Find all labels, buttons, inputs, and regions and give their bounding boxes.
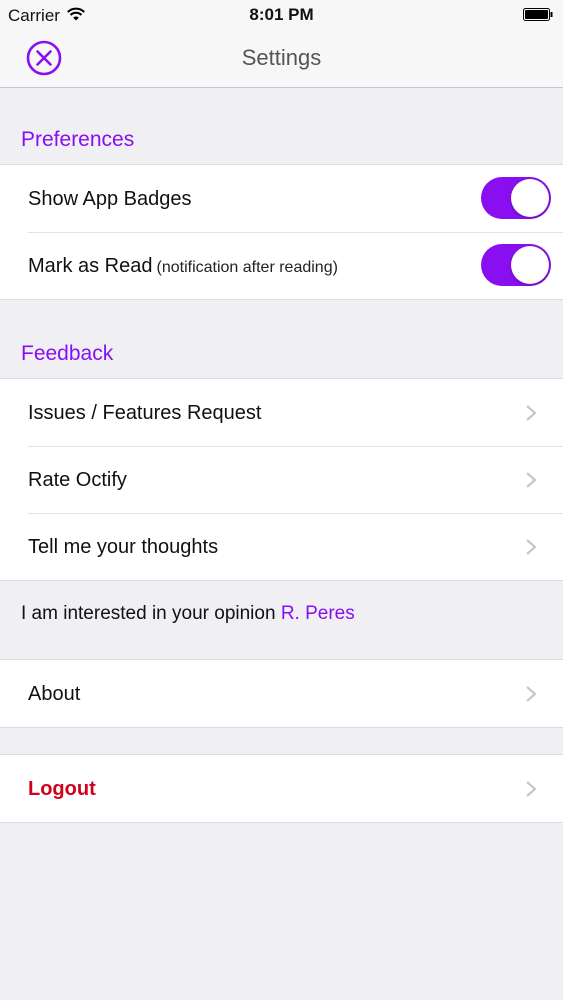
chevron-right-icon	[526, 781, 537, 797]
logout-label: Logout	[28, 778, 96, 800]
toggle-knob	[511, 179, 549, 217]
preferences-header: Preferences	[21, 128, 135, 151]
feedback-group: Issues / Features Request Rate Octify Te…	[0, 378, 563, 581]
about-row[interactable]: About	[0, 660, 563, 727]
issues-features-request-row[interactable]: Issues / Features Request	[0, 379, 563, 446]
show-app-badges-row: Show App Badges	[0, 165, 563, 232]
mark-as-read-sublabel: (notification after reading)	[156, 259, 338, 276]
issues-features-request-label: Issues / Features Request	[28, 402, 262, 424]
preferences-group: Show App Badges Mark as Read (notificatio…	[0, 164, 563, 300]
feedback-note-text: I am interested in your opinion	[21, 603, 276, 624]
chevron-right-icon	[526, 472, 537, 488]
battery-icon	[523, 8, 553, 21]
author-link[interactable]: R. Peres	[281, 603, 355, 624]
status-bar: Carrier 8:01 PM	[0, 0, 563, 30]
toggle-knob	[511, 246, 549, 284]
show-app-badges-label: Show App Badges	[28, 188, 192, 210]
logout-row[interactable]: Logout	[0, 755, 563, 822]
mark-as-read-row: Mark as Read (notification after reading)	[0, 232, 563, 299]
chevron-right-icon	[526, 539, 537, 555]
mark-as-read-toggle[interactable]	[481, 244, 551, 286]
about-label: About	[28, 683, 81, 705]
chevron-right-icon	[526, 405, 537, 421]
logout-group: Logout	[0, 754, 563, 823]
mark-as-read-label: Mark as Read (notification after reading)	[28, 255, 338, 278]
status-time: 8:01 PM	[249, 5, 314, 24]
chevron-right-icon	[526, 686, 537, 702]
rate-octify-label: Rate Octify	[28, 469, 127, 491]
mark-as-read-text: Mark as Read	[28, 255, 153, 277]
show-app-badges-toggle[interactable]	[481, 177, 551, 219]
rate-octify-row[interactable]: Rate Octify	[0, 446, 563, 513]
nav-bar: Settings	[0, 30, 563, 88]
feedback-note: I am interested in your opinion R. Peres	[21, 603, 355, 625]
page-title: Settings	[241, 45, 322, 70]
about-group: About	[0, 659, 563, 728]
tell-me-your-thoughts-label: Tell me your thoughts	[28, 536, 219, 558]
tell-me-your-thoughts-row[interactable]: Tell me your thoughts	[0, 513, 563, 580]
feedback-header: Feedback	[21, 342, 114, 365]
